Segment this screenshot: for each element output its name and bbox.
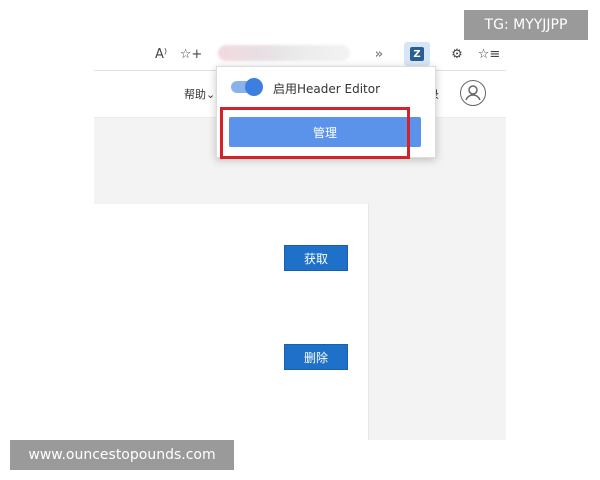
highlight-box xyxy=(220,107,410,159)
divider xyxy=(368,204,369,440)
enable-toggle[interactable] xyxy=(231,78,263,96)
header-editor-icon: Z xyxy=(410,47,424,61)
content-card xyxy=(94,204,368,440)
extensions-icon[interactable]: ⚙ xyxy=(446,43,468,65)
extension-overflow-icon[interactable]: » xyxy=(368,43,390,65)
toggle-knob xyxy=(245,78,263,96)
watermark-bottom: www.ouncestopounds.com xyxy=(10,440,234,470)
header-editor-popup: 启用Header Editor 管理 xyxy=(216,66,436,159)
watermark-top: TG: MYYJJPP xyxy=(464,10,588,40)
help-menu[interactable]: 帮助⌄ xyxy=(184,86,215,102)
delete-button[interactable]: 删除 xyxy=(284,344,348,370)
fetch-button[interactable]: 获取 xyxy=(284,245,348,271)
header-editor-extension-button[interactable]: Z xyxy=(404,42,430,66)
add-favorite-icon[interactable]: ☆+ xyxy=(180,43,203,65)
favorites-icon[interactable]: ☆≡ xyxy=(478,43,501,65)
address-bar[interactable] xyxy=(218,45,350,61)
browser-window: A⁾ ☆+ » Z ⚙ ☆≡ 帮助⌄ 录 获取 删除 启用Header Edit… xyxy=(94,38,506,440)
enable-toggle-label: 启用Header Editor xyxy=(273,82,381,96)
read-aloud-icon[interactable]: A⁾ xyxy=(150,43,172,65)
avatar[interactable] xyxy=(460,80,486,106)
user-icon xyxy=(465,85,481,101)
